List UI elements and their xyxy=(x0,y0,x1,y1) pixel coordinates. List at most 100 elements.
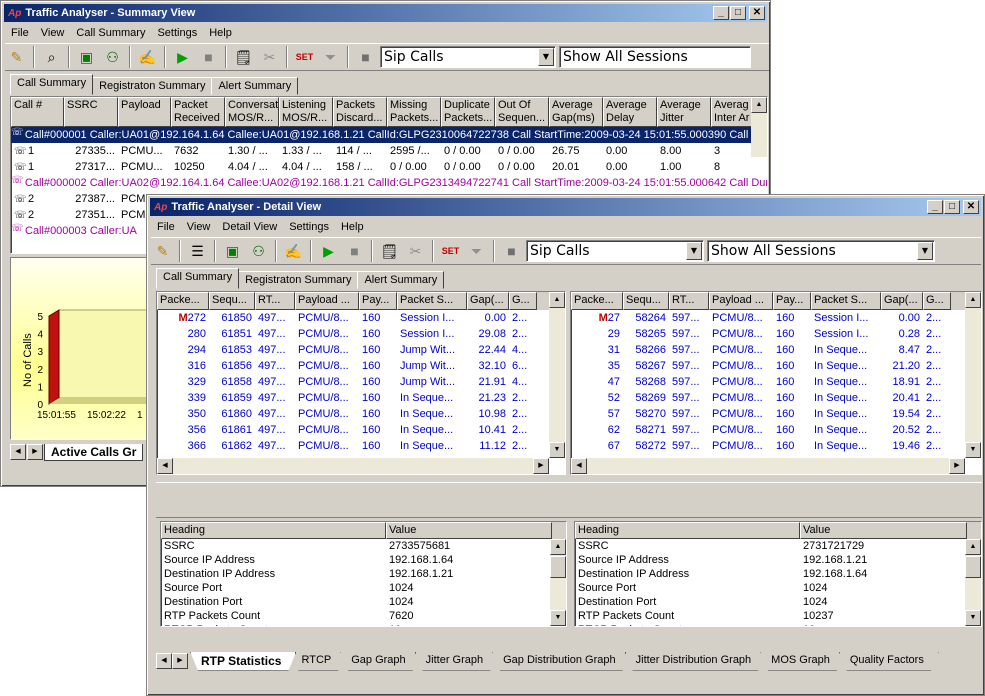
table-row[interactable]: 35 58267 597... PCMU/8... 160 In Seque... 21.2… xyxy=(571,358,981,374)
call-grid-vscroll[interactable]: ▲ xyxy=(751,97,767,157)
table-row[interactable]: 350 61860 497... PCMU/8... 160 In Seque... 10.… xyxy=(157,406,565,422)
scroll-down-icon[interactable]: ▼ xyxy=(965,610,981,626)
table-row[interactable]: 29 58265 597... PCMU/8... 160 Session I... 0.2… xyxy=(571,326,981,342)
set-filter-icon[interactable]: SET xyxy=(439,240,462,263)
notes-icon[interactable]: 🗒 xyxy=(378,240,401,263)
menu-file[interactable]: File xyxy=(157,221,175,233)
tab-call-summary[interactable]: Call Summary xyxy=(156,268,240,289)
col-payload[interactable]: Payload ... xyxy=(709,292,773,310)
tab-jitter-graph[interactable]: Jitter Graph xyxy=(415,652,498,671)
tab-registration-summary[interactable]: Registraton Summary xyxy=(238,271,359,289)
table-row[interactable]: 316 61856 497... PCMU/8... 160 Jump Wit... 32.… xyxy=(157,358,565,374)
col-call[interactable]: Call # xyxy=(11,97,64,127)
tab-scroll-left-icon[interactable]: ◀ xyxy=(10,444,26,460)
scroll-down-icon[interactable]: ▼ xyxy=(549,442,565,458)
stats-row[interactable]: RTCP Packets Count10 xyxy=(575,623,981,626)
col-average-jitter[interactable]: Average Jitter xyxy=(657,97,711,127)
stats-row[interactable]: Destination IP Address 192.168.1.64 xyxy=(575,567,981,581)
play-icon[interactable]: ▶ xyxy=(317,240,340,263)
capture-wizard-icon[interactable]: ✎ xyxy=(151,240,174,263)
right-packet-vscroll[interactable]: ▲ ▼ xyxy=(965,292,981,458)
tab-scroll-left-icon[interactable]: ◀ xyxy=(156,653,172,669)
scroll-right-icon[interactable]: ▶ xyxy=(949,458,965,474)
minimize-icon[interactable]: _ xyxy=(713,6,729,20)
tab-gap-distribution-graph[interactable]: Gap Distribution Graph xyxy=(492,652,631,671)
col-average-gap[interactable]: Average Gap(ms) xyxy=(549,97,603,127)
col-payload[interactable]: Payload xyxy=(118,97,171,127)
left-packet-vscroll[interactable]: ▲ ▼ xyxy=(549,292,565,458)
col-average-interarrival[interactable]: Averag Inter Ar xyxy=(711,97,755,127)
tab-quality-factors[interactable]: Quality Factors xyxy=(839,652,939,671)
menu-help[interactable]: Help xyxy=(341,221,364,233)
detail-title-bar[interactable]: Ap Traffic Analyser - Detail View _ □ ✕ xyxy=(150,198,981,216)
clear-icon[interactable]: ✂ xyxy=(258,46,281,69)
chevron-down-icon[interactable]: ▼ xyxy=(917,242,933,260)
stats-row[interactable]: Source IP Address 192.168.1.21 xyxy=(575,553,981,567)
right-packet-hscroll[interactable]: ◀ ▶ xyxy=(571,458,965,474)
menu-view[interactable]: View xyxy=(41,27,65,39)
table-row[interactable]: 280 61851 497... PCMU/8... 160 Session I... 29… xyxy=(157,326,565,342)
list-view-icon[interactable]: ☰ xyxy=(186,240,209,263)
col-heading[interactable]: Heading xyxy=(575,522,800,539)
col-heading[interactable]: Heading xyxy=(161,522,386,539)
right-stats-vscroll[interactable]: ▲ ▼ xyxy=(965,539,981,626)
tab-rtcp[interactable]: RTCP xyxy=(290,652,346,671)
tab-jitter-distribution-graph[interactable]: Jitter Distribution Graph xyxy=(625,652,767,671)
stats-row[interactable]: SSRC 2733575681 xyxy=(161,539,566,553)
table-row[interactable]: ☏1 27317... PCMU... 10250 4.04 / ... 4.0… xyxy=(11,159,767,175)
table-row[interactable]: 294 61853 497... PCMU/8... 160 Jump Wit... 22.… xyxy=(157,342,565,358)
minimize-icon[interactable]: _ xyxy=(927,200,943,214)
stats-row[interactable]: RTP Packets Count 10237 xyxy=(575,609,981,623)
col-packets-discarded[interactable]: Packets Discard... xyxy=(333,97,387,127)
col-listening-mos[interactable]: Listening MOS/R... xyxy=(279,97,333,127)
record-icon[interactable]: ■ xyxy=(500,240,523,263)
sessions-select[interactable]: Show All Sessions ▼ xyxy=(707,240,935,262)
stop-icon[interactable]: ■ xyxy=(343,240,366,263)
stats-row[interactable]: RTCP Packets Count10 xyxy=(161,623,566,626)
tab-call-summary[interactable]: Call Summary xyxy=(10,74,94,95)
filter-binoculars-icon[interactable]: ⚇ xyxy=(247,240,270,263)
calls-type-select[interactable]: Sip Calls ▼ xyxy=(380,46,556,68)
col-packet[interactable]: Packe... xyxy=(571,292,623,310)
table-row[interactable]: 67 58272 597... PCMU/8... 160 In Seque... 19.4… xyxy=(571,438,981,454)
menu-settings[interactable]: Settings xyxy=(157,27,197,39)
scroll-up-icon[interactable]: ▲ xyxy=(965,292,981,308)
stop-icon[interactable]: ■ xyxy=(197,46,220,69)
scroll-left-icon[interactable]: ◀ xyxy=(157,458,173,474)
table-row[interactable]: 366 61862 497... PCMU/8... 160 In Seque... 11.… xyxy=(157,438,565,454)
chevron-down-icon[interactable]: ▼ xyxy=(686,242,702,260)
notes-icon[interactable]: 🗒 xyxy=(232,46,255,69)
scroll-left-icon[interactable]: ◀ xyxy=(571,458,587,474)
table-row[interactable]: ☏1 27335... PCMU... 7632 1.30 / ... 1.33… xyxy=(11,143,767,159)
stats-row[interactable]: Destination Port 1024 xyxy=(161,595,566,609)
col-out-of-sequence[interactable]: Out Of Sequen... xyxy=(495,97,549,127)
left-packet-hscroll[interactable]: ◀ ▶ xyxy=(157,458,549,474)
set-filter-icon[interactable]: SET xyxy=(293,46,316,69)
close-icon[interactable]: ✕ xyxy=(963,200,979,214)
stats-row[interactable]: Source Port 1024 xyxy=(575,581,981,595)
funnel-icon[interactable]: ⏷ xyxy=(465,240,488,263)
col-gap[interactable]: Gap(... xyxy=(467,292,509,310)
call-group-row[interactable]: ☏ Call#000001 Caller:UA01@192.164.1.64 Ca… xyxy=(11,127,767,143)
menu-view[interactable]: View xyxy=(187,221,211,233)
chevron-down-icon[interactable]: ▼ xyxy=(538,48,554,66)
col-g[interactable]: G... xyxy=(923,292,951,310)
col-conversation-mos[interactable]: Conversat MOS/R... xyxy=(225,97,279,127)
pane-splitter[interactable] xyxy=(156,482,982,518)
tab-alert-summary[interactable]: Alert Summary xyxy=(211,77,299,95)
capture-icon[interactable]: ▣ xyxy=(221,240,244,263)
col-missing-packets[interactable]: Missing Packets... xyxy=(387,97,441,127)
col-rtp[interactable]: RT... xyxy=(255,292,295,310)
scroll-up-icon[interactable]: ▲ xyxy=(751,97,767,113)
sessions-select[interactable]: Show All Sessions xyxy=(559,46,751,68)
tab-active-calls-graph[interactable]: Active Calls Gr xyxy=(44,443,144,461)
table-row[interactable]: M27 58264 597... PCMU/8... 160 Session I... 0.… xyxy=(571,310,981,326)
menu-settings[interactable]: Settings xyxy=(289,221,329,233)
calls-type-select[interactable]: Sip Calls ▼ xyxy=(526,240,704,262)
stats-row[interactable]: Source IP Address 192.168.1.64 xyxy=(161,553,566,567)
scroll-thumb[interactable] xyxy=(550,556,566,578)
call-group-row[interactable]: ☏ Call#000002 Caller:UA02@192.164.1.64 Ca… xyxy=(11,175,767,191)
table-row[interactable]: 47 58268 597... PCMU/8... 160 In Seque... 18.9… xyxy=(571,374,981,390)
col-packet-received[interactable]: Packet Received xyxy=(171,97,225,127)
close-icon[interactable]: ✕ xyxy=(749,6,765,20)
